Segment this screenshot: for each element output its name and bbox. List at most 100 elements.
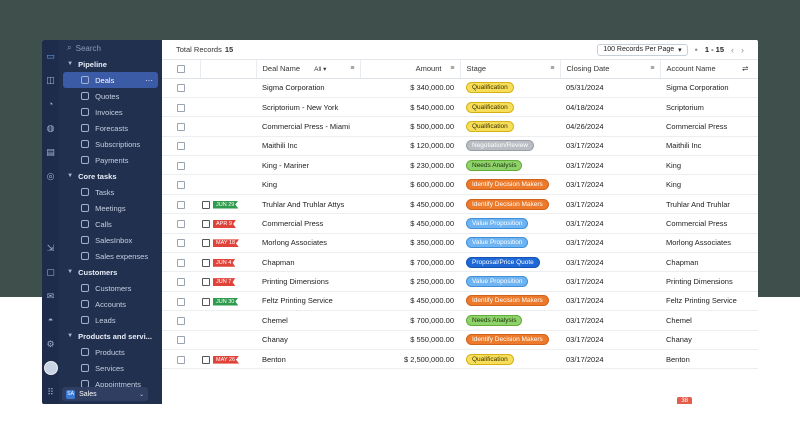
table-row[interactable]: Chemel $ 700,000.00 Needs Analysis 03/17…: [162, 310, 758, 331]
row-checkbox[interactable]: [177, 239, 185, 248]
table-row[interactable]: JUN 30 Feltz Printing Service $ 450,000.…: [162, 291, 758, 312]
account-name-cell[interactable]: Morlong Associates: [660, 233, 758, 254]
task-check-icon[interactable]: [202, 200, 210, 209]
sidebar-item[interactable]: Quotes: [63, 88, 158, 104]
column-settings-icon[interactable]: ⇌: [742, 64, 748, 73]
row-checkbox[interactable]: [177, 336, 185, 345]
sidebar-group[interactable]: ▼ Core tasks: [59, 168, 162, 184]
deal-name-cell[interactable]: Commercial Press - Miami: [256, 116, 360, 137]
row-checkbox[interactable]: [177, 297, 185, 306]
next-page-button[interactable]: ›: [741, 45, 744, 55]
row-checkbox[interactable]: [177, 161, 185, 170]
account-name-cell[interactable]: Chemel: [660, 310, 758, 331]
table-row[interactable]: JUN 7 Printing Dimensions $ 250,000.00 V…: [162, 271, 758, 292]
table-row[interactable]: MAY 18 Morlong Associates $ 350,000.00 V…: [162, 233, 758, 254]
gear-icon[interactable]: ⚙: [44, 337, 58, 351]
sidebar-group[interactable]: ▼ Products and servi...: [59, 328, 162, 344]
task-check-icon[interactable]: [202, 239, 210, 248]
deal-name-cell[interactable]: Feltz Printing Service: [256, 291, 360, 312]
row-checkbox[interactable]: [177, 278, 185, 287]
account-name-cell[interactable]: King: [660, 174, 758, 195]
deal-name-cell[interactable]: Commercial Press: [256, 213, 360, 234]
account-name-cell[interactable]: Maithili Inc: [660, 136, 758, 157]
palette-icon[interactable]: ◍: [44, 121, 58, 135]
account-name-cell[interactable]: Commercial Press: [660, 213, 758, 234]
stage-header[interactable]: Stage ≡: [460, 60, 561, 79]
account-name-header[interactable]: Account Name: [660, 60, 740, 79]
analytics-icon[interactable]: ◎: [44, 169, 58, 183]
column-menu-icon[interactable]: ≡: [550, 65, 554, 72]
row-checkbox[interactable]: [177, 258, 185, 267]
amount-header[interactable]: Amount ≡: [360, 60, 461, 79]
sidebar-item[interactable]: Products: [63, 344, 158, 360]
sidebar-item[interactable]: Subscriptions: [63, 136, 158, 152]
account-name-cell[interactable]: Truhlar And Truhlar: [660, 194, 758, 215]
table-row[interactable]: King $ 600,000.00 Identify Decision Make…: [162, 174, 758, 195]
table-row[interactable]: Chanay $ 550,000.00 Identify Decision Ma…: [162, 330, 758, 350]
chart-icon[interactable]: ◫: [44, 73, 58, 87]
column-menu-icon[interactable]: ≡: [650, 65, 654, 72]
deal-name-header[interactable]: Deal Name All ▾ ≡: [256, 60, 361, 79]
deal-name-cell[interactable]: Truhlar And Truhlar Attys: [256, 194, 360, 215]
sidebar-group[interactable]: ▼ Customers: [59, 264, 162, 280]
account-name-cell[interactable]: Benton: [660, 349, 758, 370]
mail-icon[interactable]: ✉: [44, 289, 58, 303]
deal-name-cell[interactable]: Sigma Corporation: [256, 78, 360, 98]
table-row[interactable]: Commercial Press - Miami $ 500,000.00 Qu…: [162, 116, 758, 137]
row-checkbox[interactable]: [177, 355, 185, 364]
account-name-cell[interactable]: Scriptorium: [660, 97, 758, 118]
folder-icon[interactable]: ▭: [44, 49, 58, 63]
deal-name-cell[interactable]: King: [256, 174, 360, 195]
account-name-cell[interactable]: Feltz Printing Service: [660, 291, 758, 312]
deal-name-cell[interactable]: Printing Dimensions: [256, 271, 360, 292]
import-icon[interactable]: ⇲: [44, 241, 58, 255]
row-checkbox[interactable]: [177, 181, 185, 190]
task-check-icon[interactable]: [202, 258, 210, 267]
deal-name-cell[interactable]: Chapman: [256, 252, 360, 273]
table-row[interactable]: Sigma Corporation $ 340,000.00 Qualifica…: [162, 78, 758, 98]
account-name-cell[interactable]: King: [660, 155, 758, 176]
select-all-checkbox[interactable]: [176, 65, 185, 74]
task-check-icon[interactable]: [202, 355, 210, 364]
sidebar-item[interactable]: Services: [63, 360, 158, 376]
table-row[interactable]: Scriptorium - New York $ 540,000.00 Qual…: [162, 97, 758, 118]
table-row[interactable]: JUN 4 Chapman $ 700,000.00 Proposal/Pric…: [162, 252, 758, 273]
account-name-cell[interactable]: Chanay: [660, 330, 758, 350]
records-per-page-select[interactable]: 100 Records Per Page ▾: [597, 43, 688, 56]
search-box[interactable]: ⌕ Search: [59, 40, 162, 56]
account-name-cell[interactable]: Chapman: [660, 252, 758, 273]
row-checkbox[interactable]: [177, 200, 185, 209]
deal-name-cell[interactable]: Chemel: [256, 310, 360, 331]
column-menu-icon[interactable]: ≡: [450, 65, 454, 72]
table-row[interactable]: Maithili Inc $ 120,000.00 Negotiation/Re…: [162, 136, 758, 157]
row-checkbox[interactable]: [177, 103, 185, 112]
deal-name-cell[interactable]: King - Mariner: [256, 155, 360, 176]
deal-name-cell[interactable]: Chanay: [256, 330, 360, 350]
task-check-icon[interactable]: [202, 219, 210, 228]
window-icon[interactable]: ▢: [44, 265, 58, 279]
sidebar-item[interactable]: Accounts: [63, 296, 158, 312]
account-name-cell[interactable]: Sigma Corporation: [660, 78, 758, 98]
row-checkbox[interactable]: [177, 84, 185, 93]
closing-date-header[interactable]: Closing Date ≡: [560, 60, 661, 79]
prev-page-button[interactable]: ‹: [731, 45, 734, 55]
account-name-cell[interactable]: Commercial Press: [660, 116, 758, 137]
deal-name-cell[interactable]: Benton: [256, 349, 360, 370]
deal-name-cell[interactable]: Morlong Associates: [256, 233, 360, 254]
table-row[interactable]: JUN 29 Truhlar And Truhlar Attys $ 450,0…: [162, 194, 758, 215]
deal-name-cell[interactable]: Maithili Inc: [256, 136, 360, 157]
table-row[interactable]: King - Mariner $ 230,000.00 Needs Analys…: [162, 155, 758, 176]
column-settings-header[interactable]: ⇌: [740, 60, 758, 79]
sidebar-item[interactable]: Customers: [63, 280, 158, 296]
table-row[interactable]: APR 9 Commercial Press $ 450,000.00 Valu…: [162, 213, 758, 234]
sidebar-item[interactable]: SalesInbox: [63, 232, 158, 248]
module-switcher[interactable]: SA Sales ⌄: [62, 387, 149, 401]
sidebar-item[interactable]: Meetings: [63, 200, 158, 216]
notification-badge[interactable]: 38: [677, 397, 692, 404]
row-checkbox[interactable]: [177, 219, 185, 228]
row-checkbox[interactable]: [177, 122, 185, 131]
select-all-header[interactable]: [162, 60, 201, 79]
table-row[interactable]: MAY 26 Benton $ 2,500,000.00 Qualificati…: [162, 349, 758, 370]
sidebar-item[interactable]: Calls: [63, 216, 158, 232]
sidebar-group[interactable]: ▼ Pipeline: [59, 56, 162, 72]
